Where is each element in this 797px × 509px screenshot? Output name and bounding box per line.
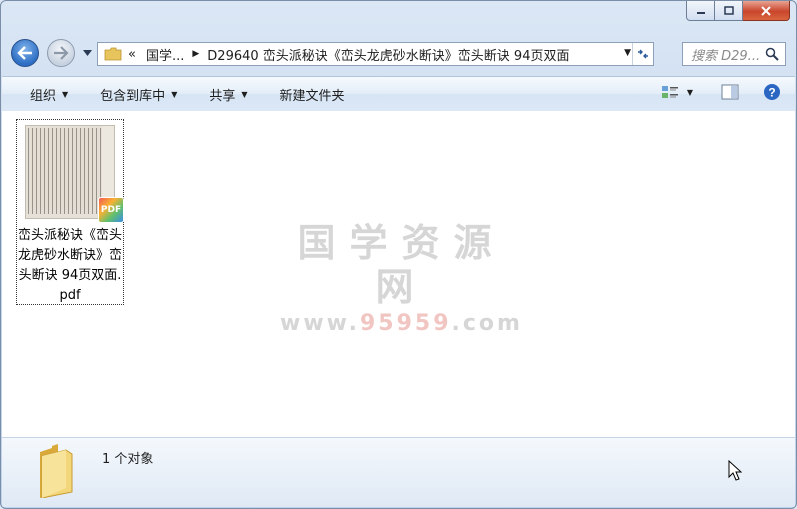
organize-label: 组织 (30, 88, 57, 104)
mouse-cursor-icon (728, 460, 742, 481)
address-history-dropdown[interactable]: ▼ (624, 48, 631, 58)
explorer-window: « 国学... ▶ D29640 峦头派秘诀《峦头龙虎砂水断诀》峦头断诀 94页… (0, 0, 797, 509)
thumbnail-page (28, 128, 102, 214)
include-in-library-menu[interactable]: 包含到库中 ▼ (84, 85, 193, 104)
pdf-file-icon: PDF (98, 197, 124, 223)
breadcrumb-item-root[interactable]: 国学... (146, 45, 184, 64)
file-name-label: 峦头派秘诀《峦头龙虎砂水断诀》峦头断诀 94页双面.pdf (17, 228, 122, 303)
item-count: 1 个对象 (102, 452, 154, 467)
breadcrumb-overflow[interactable]: « (128, 47, 136, 62)
chevron-down-icon: ▼ (62, 89, 69, 99)
share-label: 共享 (209, 88, 236, 104)
chevron-down-icon (82, 50, 92, 56)
command-bar: 组织 ▼ 包含到库中 ▼ 共享 ▼ 新建文件夹 ▼ ? (2, 76, 795, 112)
navigation-bar: « 国学... ▶ D29640 峦头派秘诀《峦头龙虎砂水断诀》峦头断诀 94页… (11, 37, 786, 69)
breadcrumb-separator-icon[interactable]: ▶ (192, 49, 199, 59)
help-icon[interactable]: ? (763, 83, 781, 101)
watermark-url-number: 95959 (359, 311, 452, 336)
file-item-pdf[interactable]: PDF 峦头派秘诀《峦头龙虎砂水断诀》峦头断诀 94页双面.pdf (16, 119, 124, 305)
include-in-library-label: 包含到库中 (100, 88, 166, 104)
share-menu[interactable]: 共享 ▼ (193, 85, 263, 104)
minimize-button[interactable] (686, 1, 715, 21)
new-folder-button[interactable]: 新建文件夹 (264, 85, 361, 104)
watermark: 国学资源网 www.95959.com (274, 221, 529, 336)
watermark-title: 国学资源网 (297, 221, 506, 309)
search-icon[interactable] (765, 47, 779, 61)
caption-buttons (686, 1, 790, 22)
back-button[interactable] (11, 39, 39, 67)
arrow-right-icon (54, 46, 69, 60)
folder-icon (104, 47, 122, 61)
arrow-left-icon (17, 46, 32, 60)
organize-menu[interactable]: 组织 ▼ (2, 85, 84, 104)
chevron-down-icon: ▼ (686, 87, 693, 97)
svg-text:?: ? (768, 86, 775, 100)
view-controls: ▼ ? (661, 83, 781, 101)
preview-pane-icon[interactable] (721, 84, 739, 100)
maximize-icon (723, 5, 734, 15)
watermark-url-suffix: .com (451, 311, 523, 336)
breadcrumb-item-current[interactable]: D29640 峦头派秘诀《峦头龙虎砂水断诀》峦头断诀 94页双面 (207, 45, 569, 64)
file-list-area[interactable]: PDF 峦头派秘诀《峦头龙虎砂水断诀》峦头断诀 94页双面.pdf 国学资源网 … (2, 111, 795, 437)
recent-pages-dropdown[interactable] (81, 47, 93, 59)
close-button[interactable] (743, 1, 790, 21)
minimize-icon (696, 11, 705, 14)
new-folder-label: 新建文件夹 (279, 88, 345, 104)
maximize-button[interactable] (715, 1, 743, 21)
view-options-icon (661, 86, 678, 98)
refresh-button[interactable] (632, 43, 653, 65)
close-icon (761, 5, 771, 16)
chevron-down-icon: ▼ (171, 89, 178, 99)
forward-button[interactable] (47, 39, 75, 67)
refresh-icon (638, 49, 648, 59)
address-bar[interactable]: « 国学... ▶ D29640 峦头派秘诀《峦头龙虎砂水断诀》峦头断诀 94页… (97, 42, 654, 66)
details-pane: 1 个对象 (2, 437, 795, 507)
change-view-button[interactable]: ▼ (661, 85, 693, 99)
search-box[interactable]: 搜索 D29... (682, 42, 786, 66)
watermark-url-prefix: www. (280, 311, 360, 336)
search-placeholder: 搜索 D29... (691, 48, 761, 64)
folder-icon (40, 444, 73, 498)
watermark-url: www.95959.com (274, 311, 529, 336)
chevron-down-icon: ▼ (241, 89, 248, 99)
